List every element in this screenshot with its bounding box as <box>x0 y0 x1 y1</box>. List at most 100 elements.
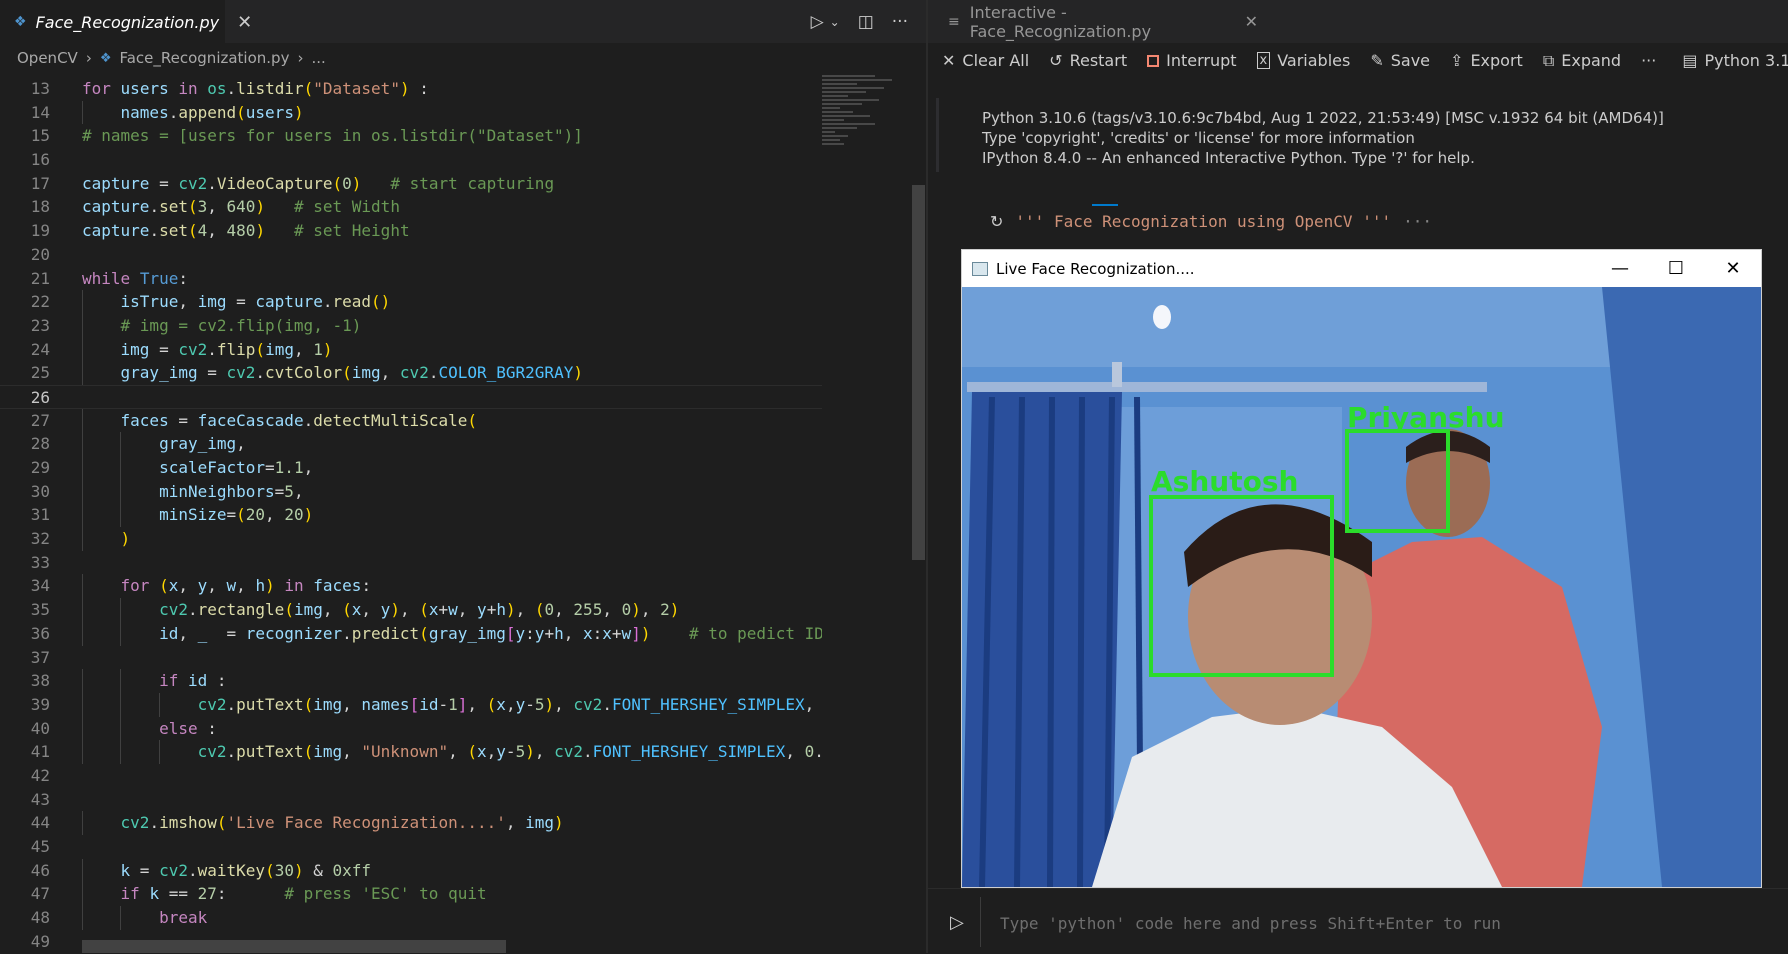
code-line[interactable]: 48 break <box>0 906 822 930</box>
code-editor: ❖ Face_Recognization.py ✕ ▷ ⌄ ◫ ··· Open… <box>0 0 926 953</box>
cell-input[interactable]: ↻ ''' Face Recognization using OpenCV ''… <box>990 212 1432 231</box>
line-code: names.append(users) <box>120 102 304 122</box>
chevron-down-icon[interactable]: ⌄ <box>830 15 840 29</box>
code-line[interactable]: 36 id, _ = recognizer.predict(gray_img[y… <box>0 621 822 646</box>
code-area[interactable]: 13 for users in os.listdir("Dataset") : 14… <box>0 77 822 953</box>
code-line[interactable]: 23 # img = cv2.flip(img, -1) <box>0 313 822 338</box>
code-line[interactable]: 42 <box>0 764 822 788</box>
editor-actions: ▷ ⌄ ◫ ··· <box>811 0 908 43</box>
code-line[interactable]: 17 capture = cv2.VideoCapture(0) # start … <box>0 172 822 196</box>
cell-sidebar <box>936 98 939 172</box>
run-icon[interactable]: ▷ <box>950 912 964 933</box>
face-label-priyanshu: Priyanshu <box>1347 401 1505 434</box>
expand-button[interactable]: ⧉ Expand <box>1543 51 1621 71</box>
opencv-titlebar[interactable]: Live Face Recognization.... — ☐ ✕ <box>962 250 1761 287</box>
collapsed-ellipsis[interactable]: ··· <box>1403 212 1432 231</box>
save-button[interactable]: ✎ Save <box>1370 51 1430 70</box>
code-line[interactable]: 14 names.append(users) <box>0 100 822 125</box>
minimap[interactable] <box>822 73 910 168</box>
line-number: 48 <box>30 908 50 928</box>
code-input[interactable] <box>990 901 1788 945</box>
line-number: 43 <box>30 789 50 809</box>
kernel-picker[interactable]: ▤ Python 3.10.6 <box>1682 51 1788 70</box>
horizontal-scrollbar[interactable] <box>82 940 506 953</box>
code-line[interactable]: 47 if k == 27: # press 'ESC' to quit <box>0 882 822 907</box>
code-line[interactable]: 35 cv2.rectangle(img, (x, y), (x+w, y+h)… <box>0 598 822 622</box>
code-line[interactable]: 28 gray_img, <box>0 432 822 456</box>
kernel-label: Python 3.10.6 <box>1704 51 1788 70</box>
line-code: cv2.putText(img, "Unknown", (x,y-5), cv2… <box>197 742 822 762</box>
breadcrumb-folder[interactable]: OpenCV <box>17 49 78 67</box>
code-line[interactable]: 31 minSize=(20, 20) <box>0 503 822 528</box>
code-line[interactable]: 32 ) <box>0 527 822 551</box>
camera-frame: Ashutosh Priyanshu <box>962 287 1761 887</box>
breadcrumb-more[interactable]: ... <box>311 49 325 67</box>
interrupt-button[interactable]: Interrupt <box>1147 51 1237 70</box>
line-number: 21 <box>30 268 50 288</box>
line-number: 39 <box>30 694 50 714</box>
chevron-right-icon: › <box>85 49 92 67</box>
code-line[interactable]: 16 <box>0 148 822 172</box>
code-line[interactable]: 18 capture.set(3, 640) # set Width <box>0 195 822 219</box>
clear-all-button[interactable]: ✕ Clear All <box>942 51 1029 70</box>
minimize-button[interactable]: — <box>1592 250 1648 287</box>
code-line[interactable]: 41 cv2.putText(img, "Unknown", (x,y-5), … <box>0 740 822 764</box>
line-number: 47 <box>30 884 50 904</box>
more-actions-button[interactable]: ··· <box>1641 51 1656 70</box>
editor-tab[interactable]: ❖ Face_Recognization.py ✕ <box>0 0 252 43</box>
code-line[interactable]: 20 <box>0 243 822 267</box>
export-button[interactable]: ⇪ Export <box>1450 51 1523 70</box>
run-icon[interactable]: ▷ <box>811 12 824 32</box>
code-line[interactable]: 22 isTrue, img = capture.read() <box>0 290 822 314</box>
code-line[interactable]: 27 faces = faceCascade.detectMultiScale( <box>0 408 822 433</box>
code-line[interactable]: 25 gray_img = cv2.cvtColor(img, cv2.COLO… <box>0 361 822 385</box>
interactive-tab[interactable]: ≡ Interactive - Face_Recognization.py ✕ <box>928 0 1258 43</box>
code-line[interactable]: 13 for users in os.listdir("Dataset") : <box>0 77 822 101</box>
line-number: 36 <box>30 623 50 643</box>
restart-button[interactable]: ↺ Restart <box>1049 51 1127 70</box>
code-line[interactable]: 21 while True: <box>0 267 822 291</box>
code-line[interactable]: 30 minNeighbors=5, <box>0 479 822 504</box>
code-line[interactable]: 38 if id : <box>0 669 822 693</box>
code-line[interactable]: 29 scaleFactor=1.1, <box>0 456 822 480</box>
line-number: 19 <box>30 221 50 241</box>
line-code: if k == 27: # press 'ESC' to quit <box>120 884 487 904</box>
input-divider <box>980 897 981 947</box>
code-line[interactable]: 24 img = cv2.flip(img, 1) <box>0 337 822 362</box>
close-icon[interactable]: ✕ <box>237 12 252 33</box>
code-line[interactable]: 37 <box>0 646 822 670</box>
line-number: 16 <box>30 150 50 170</box>
code-line[interactable]: 34 for (x, y, w, h) in faces: <box>0 574 822 599</box>
breadcrumb-file[interactable]: Face_Recognization.py <box>119 49 289 67</box>
vertical-scrollbar[interactable] <box>912 185 925 560</box>
clear-all-label: Clear All <box>962 51 1030 70</box>
code-line[interactable]: 33 <box>0 551 822 575</box>
close-window-button[interactable]: ✕ <box>1705 250 1761 287</box>
code-line[interactable]: 44 cv2.imshow('Live Face Recognization..… <box>0 811 822 835</box>
code-line[interactable]: 40 else : <box>0 716 822 741</box>
close-icon: ✕ <box>942 51 956 70</box>
code-line[interactable]: 43 <box>0 788 822 812</box>
line-code: gray_img = cv2.cvtColor(img, cv2.COLOR_B… <box>120 363 583 383</box>
camera-image: Ashutosh Priyanshu <box>962 287 1761 887</box>
refresh-icon[interactable]: ↻ <box>990 212 1003 231</box>
line-code: else : <box>159 718 217 738</box>
line-code: cv2.imshow('Live Face Recognization....'… <box>120 813 564 833</box>
split-editor-icon[interactable]: ◫ <box>858 12 874 32</box>
code-line[interactable]: 19 capture.set(4, 480) # set Height <box>0 219 822 243</box>
code-line[interactable]: 46 k = cv2.waitKey(30) & 0xff <box>0 858 822 883</box>
close-icon[interactable]: ✕ <box>1245 12 1258 31</box>
code-line[interactable]: 15 # names = [users for users in os.listd… <box>0 124 822 148</box>
line-code: capture.set(3, 640) # set Width <box>82 197 400 217</box>
line-number: 13 <box>30 79 50 98</box>
line-code: capture = cv2.VideoCapture(0) # start ca… <box>82 173 555 193</box>
interrupt-label: Interrupt <box>1166 51 1237 70</box>
line-number: 40 <box>30 718 50 738</box>
code-line[interactable]: 39 cv2.putText(img, names[id-1], (x,y-5)… <box>0 692 822 717</box>
code-line[interactable]: 45 <box>0 835 822 859</box>
variables-button[interactable]: x Variables <box>1256 51 1350 70</box>
code-line[interactable]: 26 <box>0 384 822 409</box>
ellipsis-icon[interactable]: ··· <box>892 12 908 32</box>
maximize-button[interactable]: ☐ <box>1648 250 1704 287</box>
line-code: faces = faceCascade.detectMultiScale( <box>120 410 477 430</box>
